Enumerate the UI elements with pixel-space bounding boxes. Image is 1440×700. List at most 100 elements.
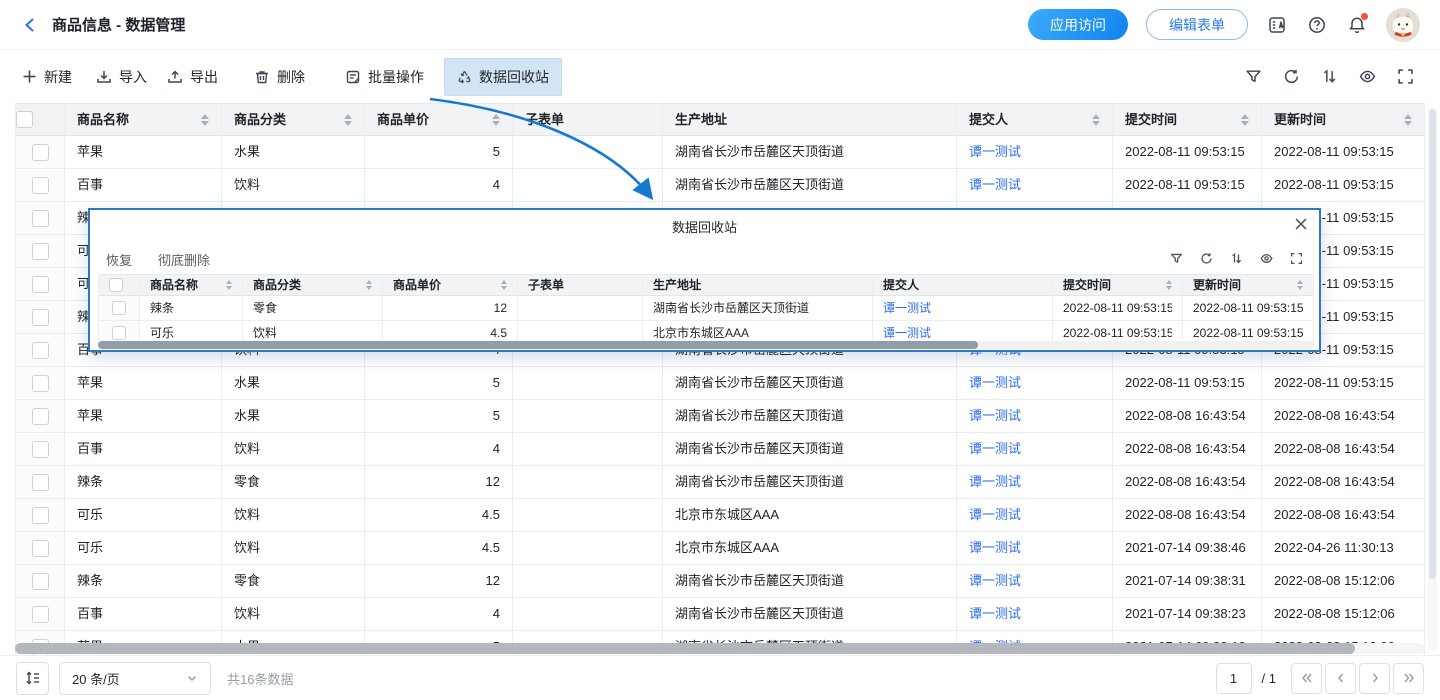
sort-caret-icon[interactable] [358, 280, 372, 290]
checkbox[interactable] [32, 606, 49, 623]
recycle-bin-button[interactable]: 数据回收站 [444, 58, 562, 96]
vertical-scrollbar-thumb[interactable] [1429, 109, 1436, 579]
column-header-updated[interactable]: 更新时间 [1262, 103, 1425, 136]
filter-icon[interactable] [1245, 68, 1262, 85]
sort-caret-icon[interactable] [1289, 280, 1303, 290]
column-header-price[interactable]: 商品单价 [365, 103, 513, 136]
cell-submitter[interactable]: 谭一测试 [957, 598, 1113, 631]
table-row: 辣条零食12湖南省长沙市岳麓区天顶街道谭一测试2021-07-14 09:38:… [15, 565, 1425, 598]
checkbox[interactable] [32, 210, 49, 227]
sort-caret-icon[interactable] [1084, 114, 1100, 126]
column-header-submitter[interactable]: 提交人 [957, 103, 1113, 136]
fullscreen-icon[interactable] [1397, 68, 1414, 85]
column-header-name[interactable]: 商品名称 [140, 274, 243, 296]
sort-caret-icon[interactable] [1158, 280, 1172, 290]
checkbox[interactable] [32, 342, 49, 359]
back-button[interactable] [20, 15, 40, 35]
checkbox[interactable] [32, 243, 49, 260]
cell-submitter[interactable]: 谭一测试 [957, 367, 1113, 400]
filter-icon[interactable] [1170, 252, 1183, 265]
column-header-price[interactable]: 商品单价 [383, 274, 518, 296]
cell-value: 湖南省长沙市岳麓区天顶街道 [675, 565, 844, 597]
sort-caret-icon[interactable] [1396, 114, 1412, 126]
page-number-input[interactable] [1216, 663, 1252, 694]
help-icon[interactable] [1306, 14, 1328, 36]
column-header-category[interactable]: 商品分类 [243, 274, 383, 296]
column-header-updated[interactable]: 更新时间 [1183, 274, 1314, 296]
last-page-button[interactable] [1393, 663, 1424, 694]
checkbox[interactable] [112, 301, 126, 315]
checkbox[interactable] [32, 573, 49, 590]
batch-operation-button[interactable]: 批量操作 [345, 67, 424, 87]
purge-button[interactable]: 彻底删除 [158, 250, 210, 269]
checkbox[interactable] [109, 278, 123, 292]
column-header-name[interactable]: 商品名称 [65, 103, 222, 136]
checkbox[interactable] [32, 144, 49, 161]
prev-page-button[interactable] [1325, 663, 1356, 694]
modal-horizontal-scrollbar[interactable] [98, 341, 1314, 349]
sort-icon[interactable] [1230, 252, 1243, 265]
new-button[interactable]: 新建 [22, 67, 72, 87]
cell-submitter[interactable]: 谭一测试 [957, 136, 1113, 169]
cell-submitter[interactable]: 谭一测试 [873, 296, 1053, 321]
edit-form-button[interactable]: 编辑表单 [1146, 9, 1248, 40]
first-page-button[interactable] [1291, 663, 1322, 694]
cell-submitter[interactable]: 谭一测试 [957, 169, 1113, 202]
cell-submitter[interactable]: 谭一测试 [957, 565, 1113, 598]
checkbox[interactable] [32, 408, 49, 425]
sort-caret-icon[interactable] [484, 114, 500, 126]
cell-submitter[interactable]: 谭一测试 [957, 532, 1113, 565]
page-size-select[interactable]: 20 条/页 [59, 662, 211, 695]
cell-submitter[interactable]: 谭一测试 [957, 400, 1113, 433]
app-access-button[interactable]: 应用访问 [1028, 9, 1128, 40]
sort-caret-icon[interactable] [218, 280, 232, 290]
checkbox[interactable] [32, 474, 49, 491]
checkbox[interactable] [32, 309, 49, 326]
cell-submitter[interactable]: 谭一测试 [957, 499, 1113, 532]
cell-submitter[interactable]: 谭一测试 [957, 466, 1113, 499]
restore-button[interactable]: 恢复 [106, 250, 132, 269]
delete-button[interactable]: 删除 [254, 67, 305, 87]
cell-submitter[interactable]: 谭一测试 [957, 433, 1113, 466]
header-actions: 应用访问 编辑表单 [1028, 8, 1420, 42]
column-header-submitted[interactable]: 提交时间 [1053, 274, 1183, 296]
column-header-category[interactable]: 商品分类 [222, 103, 365, 136]
checkbox[interactable] [32, 540, 49, 557]
row-height-button[interactable] [16, 662, 49, 695]
checkbox[interactable] [32, 276, 49, 293]
horizontal-scrollbar-thumb[interactable] [15, 643, 1355, 654]
horizontal-scrollbar[interactable] [15, 643, 1425, 654]
sort-caret-icon[interactable] [1233, 114, 1249, 126]
column-header-submitted[interactable]: 提交时间 [1113, 103, 1262, 136]
checkbox[interactable] [32, 177, 49, 194]
checkbox[interactable] [112, 326, 126, 340]
checkbox[interactable] [16, 111, 33, 128]
refresh-icon[interactable] [1283, 68, 1300, 85]
cell-name: 辣条 [140, 296, 243, 321]
column-label: 生产地址 [675, 104, 727, 136]
cell-address: 湖南省长沙市岳麓区天顶街道 [663, 400, 957, 433]
sort-caret-icon[interactable] [193, 114, 209, 126]
fullscreen-icon[interactable] [1290, 252, 1303, 265]
checkbox[interactable] [32, 507, 49, 524]
form-directory-icon[interactable] [1266, 14, 1288, 36]
table-row: 苹果水果5湖南省长沙市岳麓区天顶街道谭一测试2022-08-11 09:53:1… [15, 136, 1425, 169]
sort-icon[interactable] [1321, 68, 1338, 85]
modal-horizontal-scrollbar-thumb[interactable] [98, 341, 978, 349]
import-button[interactable]: 导入 [96, 67, 147, 87]
checkbox[interactable] [32, 441, 49, 458]
sort-caret-icon[interactable] [493, 280, 507, 290]
refresh-icon[interactable] [1200, 252, 1213, 265]
cell-value: 谭一测试 [969, 598, 1021, 630]
cell-name: 辣条 [65, 565, 222, 598]
next-page-button[interactable] [1359, 663, 1390, 694]
checkbox[interactable] [32, 375, 49, 392]
close-icon[interactable] [1293, 216, 1309, 232]
vertical-scrollbar[interactable] [1428, 107, 1437, 651]
sort-caret-icon[interactable] [336, 114, 352, 126]
eye-icon[interactable] [1359, 68, 1376, 85]
user-avatar[interactable] [1386, 8, 1420, 42]
notification-bell-icon[interactable] [1346, 14, 1368, 36]
eye-icon[interactable] [1260, 252, 1273, 265]
export-button[interactable]: 导出 [167, 67, 218, 87]
